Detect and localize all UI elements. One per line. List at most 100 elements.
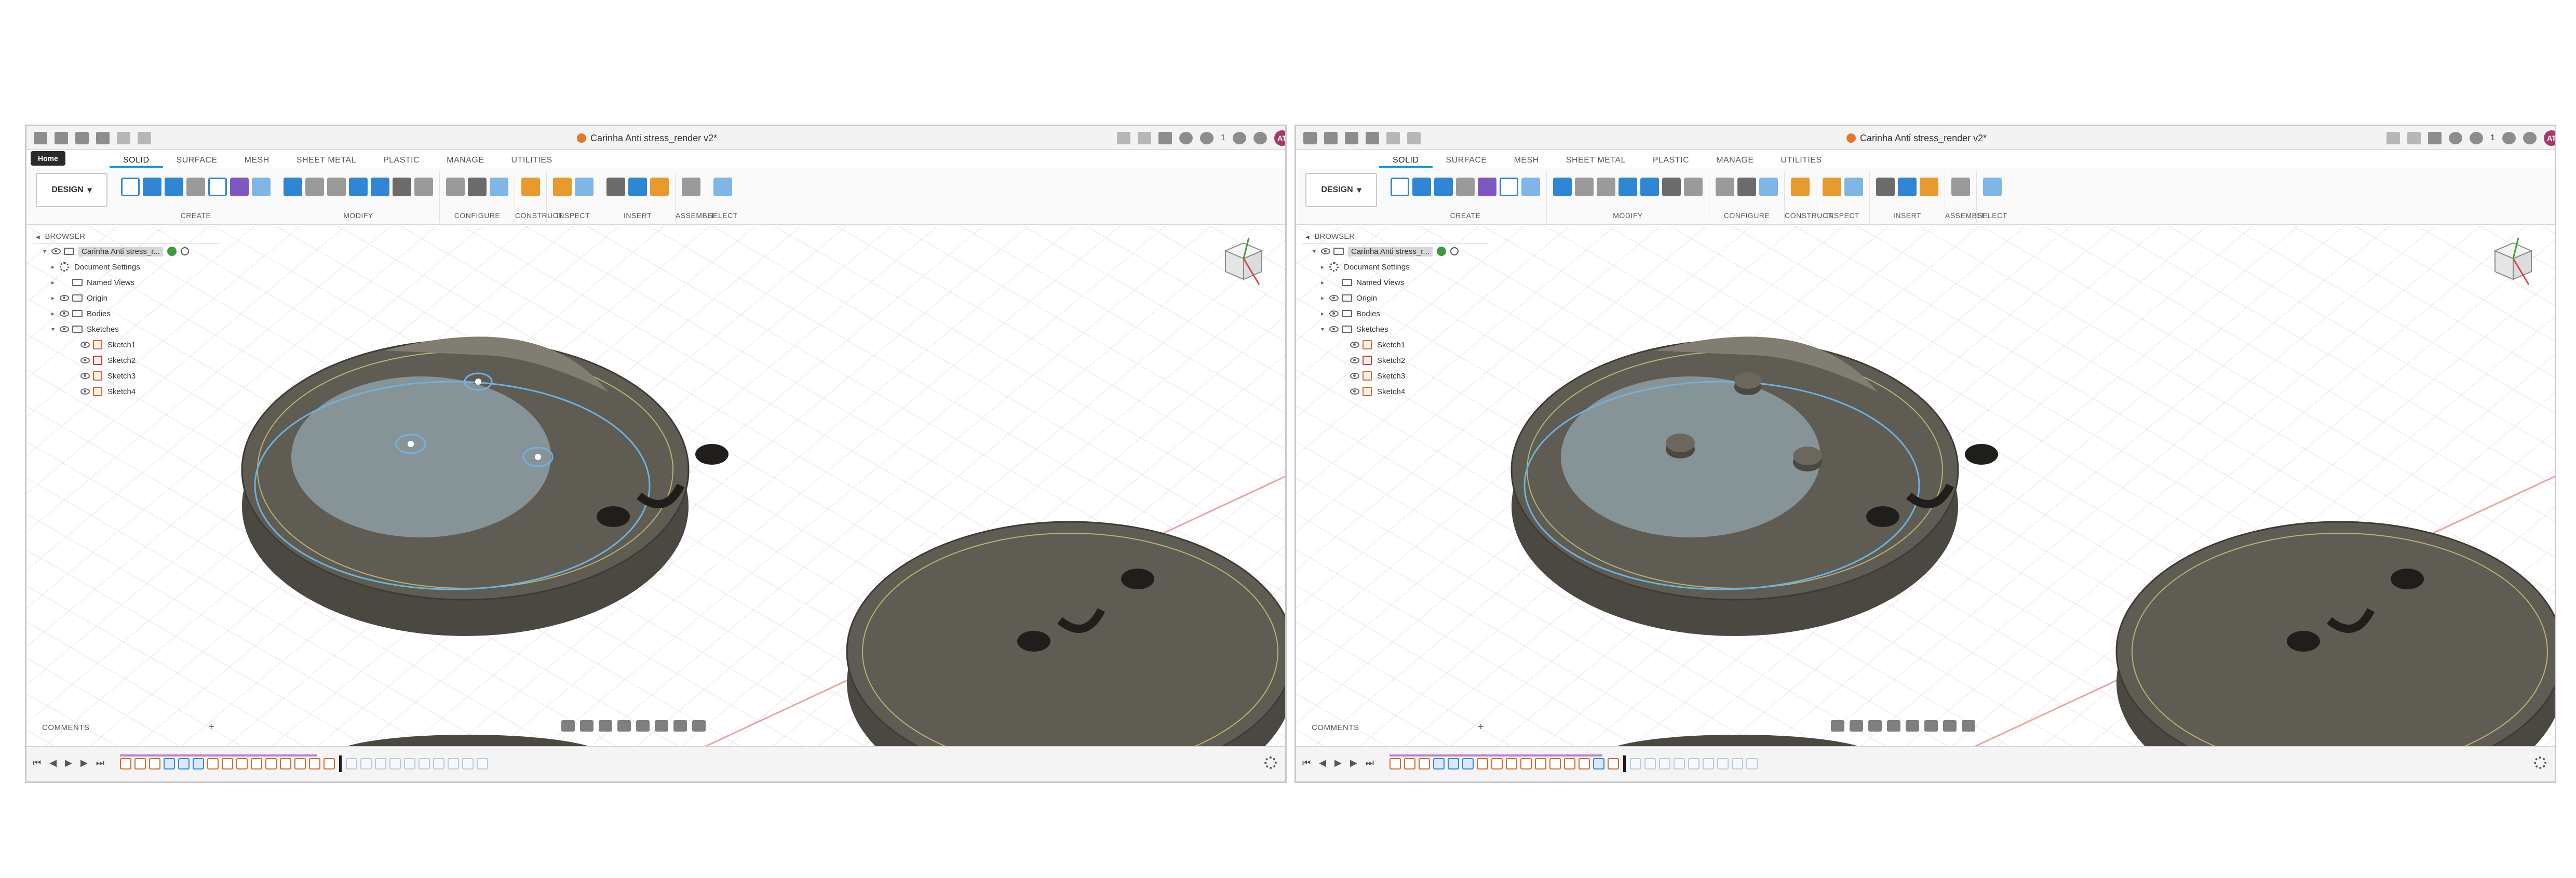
timeline-suppressed-icon[interactable] bbox=[462, 758, 474, 769]
parameters-icon[interactable] bbox=[490, 178, 508, 196]
shell-icon[interactable] bbox=[1597, 178, 1615, 196]
timeline-sketch-icon[interactable] bbox=[1419, 758, 1430, 769]
workspace-switcher[interactable]: DESIGN ▾ bbox=[36, 173, 107, 207]
job-status-icon[interactable] bbox=[2449, 132, 2462, 144]
workspace-switcher[interactable]: DESIGN ▾ bbox=[1305, 173, 1377, 207]
offset-plane-icon[interactable] bbox=[1791, 178, 1810, 196]
browser-item-named-views[interactable]: ▸ Named Views bbox=[1302, 275, 1500, 290]
online-status-icon[interactable] bbox=[1200, 132, 1213, 144]
zoom-icon[interactable] bbox=[617, 720, 631, 732]
insert-mcmaster-icon[interactable] bbox=[1920, 178, 1938, 196]
activate-icon[interactable] bbox=[1450, 247, 1459, 255]
browser-item-sketches[interactable]: ▾ Sketches bbox=[1302, 321, 1500, 337]
chevron-down-icon[interactable]: ▾ bbox=[1319, 326, 1326, 333]
browser-item-sketch[interactable]: Sketch2 bbox=[1302, 353, 1500, 368]
browser-item-sketch[interactable]: Sketch4 bbox=[33, 384, 230, 399]
job-status-icon[interactable] bbox=[1179, 132, 1193, 144]
timeline-sketch-icon[interactable] bbox=[1535, 758, 1546, 769]
browser-item-sketch[interactable]: Sketch2 bbox=[33, 353, 230, 368]
timeline-sketch-icon[interactable] bbox=[1477, 758, 1488, 769]
hole-icon[interactable] bbox=[186, 178, 205, 196]
timeline-sketch-icon[interactable] bbox=[1390, 758, 1401, 769]
eye-icon[interactable] bbox=[1350, 388, 1359, 395]
timeline-suppressed-icon[interactable] bbox=[1703, 758, 1714, 769]
group-create[interactable]: CREATE bbox=[1384, 172, 1547, 223]
add-comment-icon[interactable]: + bbox=[208, 721, 214, 733]
comments-label[interactable]: COMMENTS bbox=[42, 723, 90, 732]
grid-settings-icon[interactable] bbox=[1943, 720, 1957, 732]
timeline-track[interactable] bbox=[120, 755, 488, 772]
eye-icon[interactable] bbox=[80, 373, 90, 379]
tab-solid[interactable]: SOLID bbox=[110, 150, 163, 168]
home-icon[interactable] bbox=[1303, 132, 1317, 144]
group-insert[interactable]: INSERT bbox=[1870, 172, 1945, 223]
select-icon[interactable] bbox=[1983, 178, 2002, 196]
tab-plastic[interactable]: PLASTIC bbox=[370, 150, 433, 168]
play-icon[interactable]: ▶ bbox=[65, 758, 72, 768]
chevron-down-icon[interactable]: ▾ bbox=[49, 326, 57, 333]
activate-icon[interactable] bbox=[180, 247, 189, 255]
add-comment-icon[interactable]: + bbox=[1478, 721, 1484, 733]
hole-icon[interactable] bbox=[1456, 178, 1475, 196]
insert-mcmaster-icon[interactable] bbox=[650, 178, 669, 196]
look-at-icon[interactable] bbox=[1850, 720, 1863, 732]
user-avatar[interactable]: AT bbox=[2543, 130, 2555, 146]
step-forward-icon[interactable]: ▶ bbox=[1350, 758, 1357, 768]
browser-item-bodies[interactable]: ▸ Bodies bbox=[33, 306, 230, 321]
timeline-sketch-icon[interactable] bbox=[251, 758, 262, 769]
timeline-suppressed-icon[interactable] bbox=[1688, 758, 1700, 769]
timeline-extrude-icon[interactable] bbox=[178, 758, 190, 769]
browser-item-sketch[interactable]: Sketch3 bbox=[1302, 368, 1500, 384]
timeline-sketch-icon[interactable] bbox=[1491, 758, 1503, 769]
extrude-icon[interactable] bbox=[1434, 178, 1453, 196]
extrude-icon[interactable] bbox=[165, 178, 183, 196]
browser-item-sketch[interactable]: Sketch4 bbox=[1302, 384, 1500, 399]
close-tab-icon[interactable] bbox=[1117, 132, 1130, 144]
timeline-marker[interactable] bbox=[339, 755, 342, 772]
browser-item-document-settings[interactable]: ▸ Document Settings bbox=[1302, 259, 1500, 275]
chevron-right-icon[interactable]: ▸ bbox=[49, 294, 57, 302]
interference-icon[interactable] bbox=[575, 178, 594, 196]
tab-surface[interactable]: SURFACE bbox=[163, 150, 231, 168]
eye-icon[interactable] bbox=[1329, 310, 1339, 317]
eye-icon[interactable] bbox=[80, 388, 90, 395]
eye-icon[interactable] bbox=[80, 342, 90, 348]
align-icon[interactable] bbox=[414, 178, 433, 196]
timeline-extrude-icon[interactable] bbox=[193, 758, 204, 769]
pan-icon[interactable] bbox=[1868, 720, 1882, 732]
browser-item-sketch[interactable]: Sketch3 bbox=[33, 368, 230, 384]
step-back-icon[interactable]: ◀ bbox=[1319, 758, 1326, 768]
timeline-suppressed-icon[interactable] bbox=[433, 758, 444, 769]
go-to-start-icon[interactable]: ⏮ bbox=[1302, 758, 1311, 768]
eye-icon[interactable] bbox=[1321, 248, 1330, 254]
user-avatar[interactable]: AT bbox=[1274, 130, 1285, 146]
chevron-down-icon[interactable]: ▾ bbox=[1311, 248, 1318, 255]
eye-icon[interactable] bbox=[60, 295, 69, 301]
timeline-suppressed-icon[interactable] bbox=[389, 758, 401, 769]
timeline-sketch-icon[interactable] bbox=[323, 758, 335, 769]
chevron-right-icon[interactable]: ▸ bbox=[49, 310, 57, 317]
browser-item-origin[interactable]: ▸ Origin bbox=[1302, 290, 1500, 306]
move-icon[interactable] bbox=[1662, 178, 1681, 196]
timeline-sketch-icon[interactable] bbox=[236, 758, 248, 769]
combine-icon[interactable] bbox=[349, 178, 368, 196]
tab-manage[interactable]: MANAGE bbox=[1703, 150, 1767, 168]
help-icon[interactable] bbox=[2523, 132, 2537, 144]
group-construct[interactable]: CONSTRUCT bbox=[515, 172, 563, 223]
timeline-sketch-icon[interactable] bbox=[1564, 758, 1575, 769]
eye-icon[interactable] bbox=[1350, 357, 1359, 363]
close-tab-icon[interactable] bbox=[2386, 132, 2400, 144]
timeline-sketch-icon[interactable] bbox=[309, 758, 320, 769]
chevron-right-icon[interactable]: ▸ bbox=[1319, 263, 1326, 271]
collapse-icon[interactable]: ◂ bbox=[1305, 232, 1310, 241]
extensions-icon[interactable] bbox=[1158, 132, 1172, 144]
undo-icon[interactable] bbox=[117, 132, 130, 144]
timeline-suppressed-icon[interactable] bbox=[419, 758, 430, 769]
go-to-end-icon[interactable]: ⏭ bbox=[96, 758, 104, 768]
viewports-icon[interactable] bbox=[1962, 720, 1975, 732]
timeline-sketch-icon[interactable] bbox=[120, 758, 131, 769]
joint-icon[interactable] bbox=[682, 178, 700, 196]
timeline-suppressed-icon[interactable] bbox=[1732, 758, 1743, 769]
orbit-icon[interactable] bbox=[561, 720, 575, 732]
insert-image-icon[interactable] bbox=[628, 178, 647, 196]
